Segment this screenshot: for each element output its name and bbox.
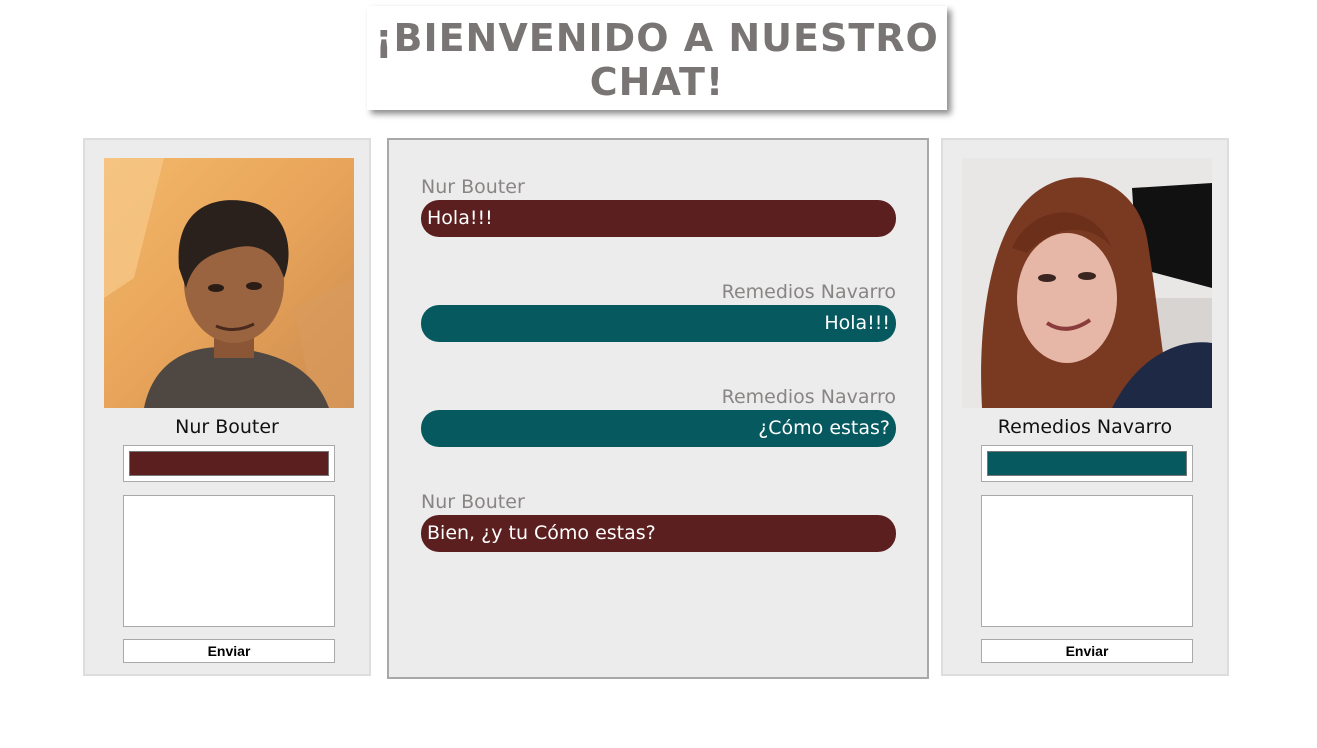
user-panel-left: Nur Bouter Enviar [83, 138, 371, 676]
user-photo-female-icon [962, 158, 1212, 408]
chat-log: Nur Bouter Hola!!! Remedios Navarro Hola… [387, 138, 929, 679]
message-sender: Remedios Navarro [721, 281, 896, 303]
message-bubble: Hola!!! [421, 200, 896, 237]
chat-message: Remedios Navarro ¿Cómo estas? [421, 384, 896, 447]
message-bubble: ¿Cómo estas? [421, 410, 896, 447]
user-panel-right: Remedios Navarro Enviar [941, 138, 1229, 676]
message-sender: Remedios Navarro [721, 386, 896, 408]
user-name: Nur Bouter [175, 416, 279, 438]
chat-message: Remedios Navarro Hola!!! [421, 279, 896, 342]
color-picker[interactable] [981, 445, 1193, 482]
color-swatch[interactable] [987, 451, 1187, 476]
send-button[interactable]: Enviar [981, 639, 1193, 663]
message-bubble: Bien, ¿y tu Cómo estas? [421, 515, 896, 552]
page-title-line-1: ¡BIENVENIDO A NUESTRO [375, 16, 939, 60]
page-title-box: ¡BIENVENIDO A NUESTRO CHAT! [367, 6, 947, 110]
user-name: Remedios Navarro [997, 416, 1173, 438]
chat-message: Nur Bouter Bien, ¿y tu Cómo estas? [421, 489, 896, 552]
chat-message: Nur Bouter Hola!!! [421, 174, 896, 237]
color-picker[interactable] [123, 445, 335, 482]
color-swatch[interactable] [129, 451, 329, 476]
page-title-line-2: CHAT! [589, 60, 725, 104]
send-button[interactable]: Enviar [123, 639, 335, 663]
message-textarea[interactable] [981, 495, 1193, 627]
message-textarea[interactable] [123, 495, 335, 627]
message-bubble: Hola!!! [421, 305, 896, 342]
avatar [962, 158, 1212, 408]
avatar [104, 158, 354, 408]
message-sender: Nur Bouter [421, 176, 525, 198]
user-photo-male-icon [104, 158, 354, 408]
page-title: ¡BIENVENIDO A NUESTRO CHAT! [367, 6, 947, 104]
message-sender: Nur Bouter [421, 491, 525, 513]
